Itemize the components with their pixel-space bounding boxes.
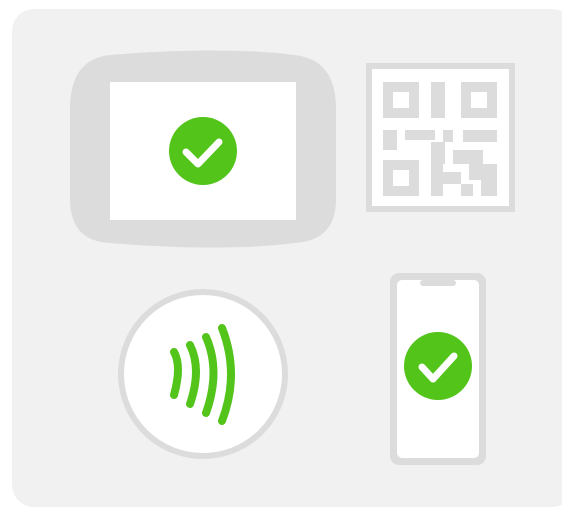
qr-code-icon bbox=[366, 63, 515, 212]
phone bbox=[390, 273, 486, 465]
contactless-badge bbox=[118, 289, 288, 459]
check-circle-icon bbox=[169, 117, 237, 185]
illustration-canvas bbox=[12, 9, 562, 507]
check-circle-icon bbox=[404, 332, 472, 400]
payment-methods-illustration bbox=[12, 9, 562, 507]
card-terminal bbox=[70, 50, 336, 248]
